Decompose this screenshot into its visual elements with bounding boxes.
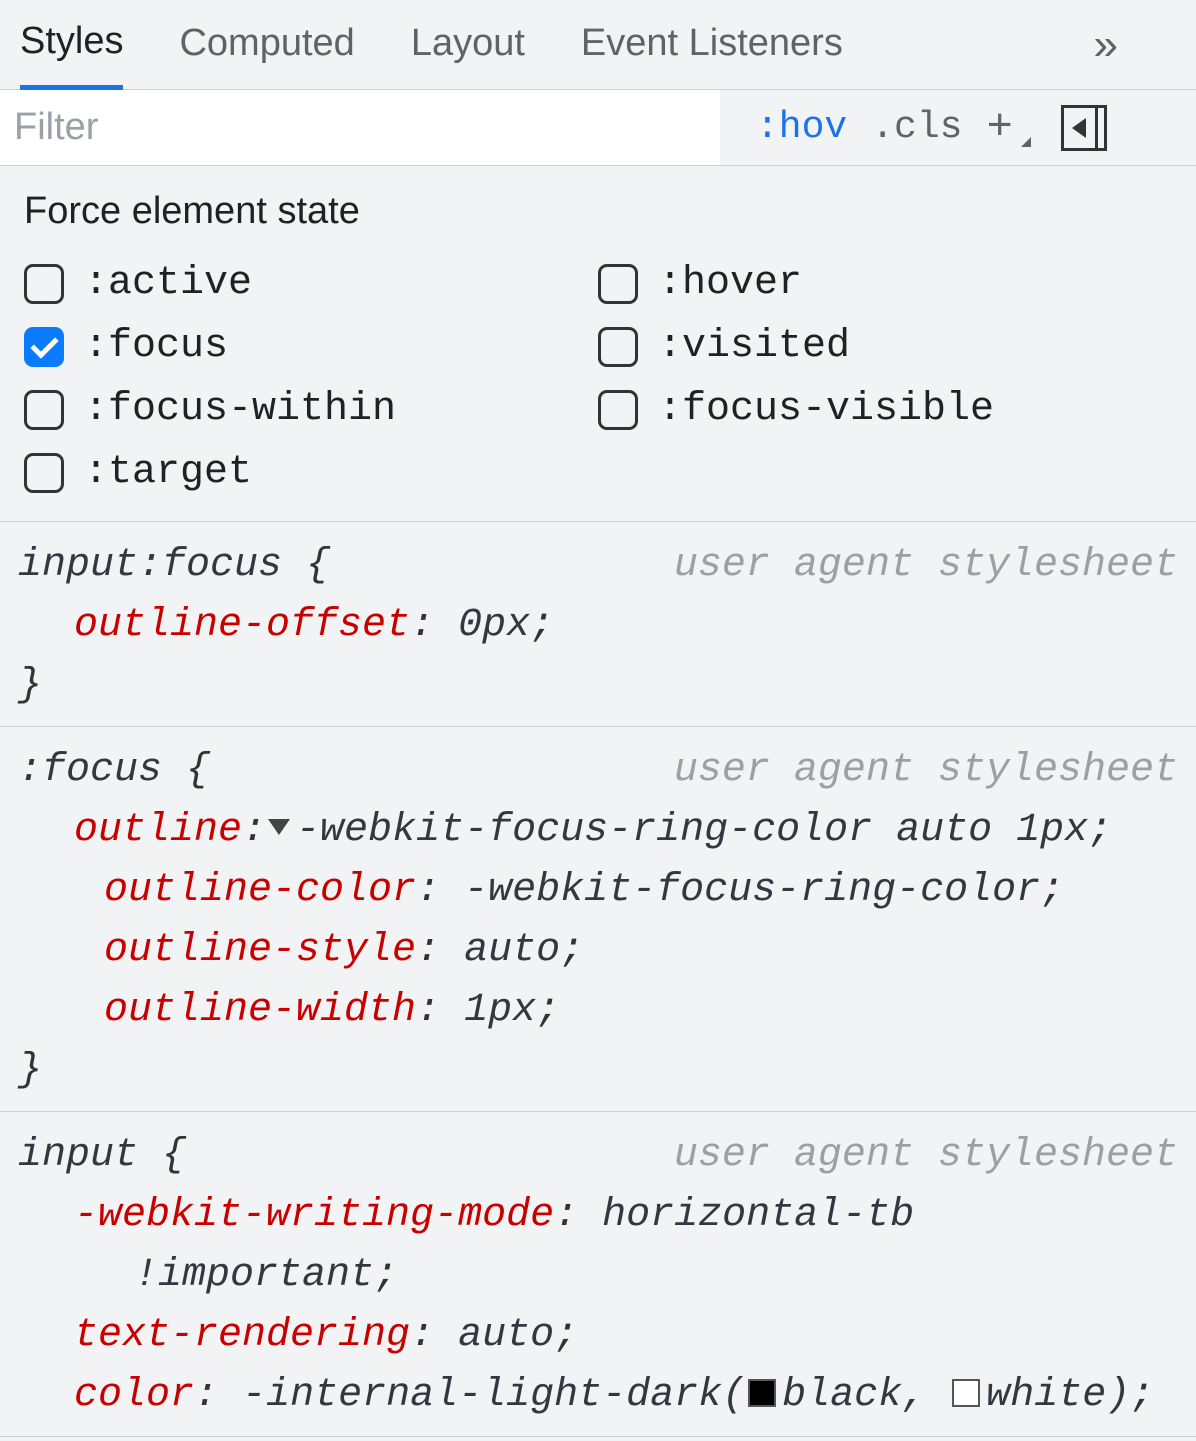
- css-rule: input:focus { user agent stylesheetoutlin…: [0, 522, 1196, 727]
- state-item-focus-visible[interactable]: :focus-visible: [598, 387, 1172, 432]
- checkbox-icon[interactable]: [24, 327, 64, 367]
- css-rule: input { user agent stylesheet-webkit-writ…: [0, 1112, 1196, 1437]
- rule-source: user agent stylesheet: [674, 536, 1178, 596]
- checkbox-icon[interactable]: [24, 390, 64, 430]
- css-declaration[interactable]: text-rendering: auto;: [18, 1306, 1178, 1366]
- state-label: :target: [84, 450, 252, 495]
- checkbox-icon[interactable]: [598, 327, 638, 367]
- toggle-computed-sidebar-icon[interactable]: [1061, 105, 1107, 151]
- css-declaration[interactable]: outline-color: -webkit-focus-ring-color;: [18, 861, 1178, 921]
- rule-header: input { user agent stylesheet: [18, 1126, 1178, 1186]
- rule-selector[interactable]: input {: [18, 1126, 186, 1186]
- state-item-visited[interactable]: :visited: [598, 324, 1172, 369]
- tab-layout[interactable]: Layout: [411, 0, 525, 90]
- expand-icon[interactable]: [268, 819, 290, 835]
- rule-selector[interactable]: :focus {: [18, 741, 210, 801]
- checkbox-icon[interactable]: [598, 390, 638, 430]
- checkbox-icon[interactable]: [598, 264, 638, 304]
- state-label: :visited: [658, 324, 850, 369]
- filter-toolbar: :hov .cls +: [756, 103, 1107, 153]
- force-element-state-title: Force element state: [24, 190, 1172, 233]
- state-label: :active: [84, 261, 252, 306]
- cls-toggle[interactable]: .cls: [871, 106, 962, 149]
- rule-source: user agent stylesheet: [674, 741, 1178, 801]
- rule-header: input:focus { user agent stylesheet: [18, 536, 1178, 596]
- state-label: :focus-within: [84, 387, 396, 432]
- filter-row: :hov .cls +: [0, 90, 1196, 166]
- state-item-hover[interactable]: :hover: [598, 261, 1172, 306]
- css-declaration[interactable]: outline-width: 1px;: [18, 981, 1178, 1041]
- rule-close-brace: }: [18, 1041, 1178, 1101]
- css-rule: :focus { user agent stylesheetoutline:-we…: [0, 727, 1196, 1112]
- css-declaration[interactable]: color: -internal-light-dark(black, white…: [18, 1366, 1178, 1426]
- checkbox-icon[interactable]: [24, 453, 64, 493]
- css-declaration[interactable]: outline-style: auto;: [18, 921, 1178, 981]
- state-label: :focus-visible: [658, 387, 994, 432]
- color-swatch-icon[interactable]: [952, 1379, 980, 1407]
- state-label: :hover: [658, 261, 802, 306]
- force-element-state-section: Force element state :active :hover :focus:…: [0, 166, 1196, 522]
- css-declaration[interactable]: -webkit-writing-mode: horizontal-tb!impo…: [18, 1186, 1178, 1306]
- state-item-focus[interactable]: :focus: [24, 324, 598, 369]
- state-item-active[interactable]: :active: [24, 261, 598, 306]
- rule-header: :focus { user agent stylesheet: [18, 741, 1178, 801]
- tab-event-listeners[interactable]: Event Listeners: [581, 0, 843, 90]
- filter-input[interactable]: [0, 90, 720, 165]
- tab-computed[interactable]: Computed: [179, 0, 354, 90]
- tab-bar: Styles Computed Layout Event Listeners »: [0, 0, 1196, 90]
- state-item-focus-within[interactable]: :focus-within: [24, 387, 598, 432]
- state-grid: :active :hover :focus :visited :focus-within…: [24, 261, 1172, 495]
- tab-styles[interactable]: Styles: [20, 0, 123, 90]
- css-declaration[interactable]: outline-offset: 0px;: [18, 596, 1178, 656]
- state-item-target[interactable]: :target: [24, 450, 598, 495]
- new-style-rule-button[interactable]: +: [986, 103, 1030, 153]
- rule-source: user agent stylesheet: [674, 1126, 1178, 1186]
- color-swatch-icon[interactable]: [748, 1379, 776, 1407]
- more-tabs-icon[interactable]: »: [1094, 20, 1116, 70]
- css-declaration[interactable]: outline:-webkit-focus-ring-color auto 1p…: [18, 801, 1178, 861]
- styles-panel: Styles Computed Layout Event Listeners »…: [0, 0, 1196, 1296]
- rule-close-brace: }: [18, 656, 1178, 716]
- state-label: :focus: [84, 324, 228, 369]
- rule-selector[interactable]: input:focus {: [18, 536, 330, 596]
- checkbox-icon[interactable]: [24, 264, 64, 304]
- rules-container: input:focus {user agent stylesheetoutlin…: [0, 522, 1196, 1437]
- hov-toggle[interactable]: :hov: [756, 106, 847, 149]
